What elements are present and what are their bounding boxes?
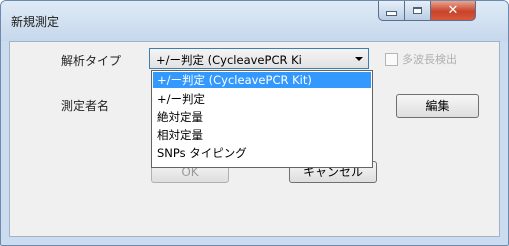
minimize-icon — [386, 11, 397, 16]
dropdown-option-relative-quant[interactable]: 相対定量 — [153, 127, 371, 143]
dropdown-option-pm[interactable]: +/ー判定 — [153, 91, 371, 107]
analysis-type-combobox[interactable]: +/ー判定 (CycleavePCR Ki — [149, 48, 369, 69]
close-icon: ✕ — [447, 3, 459, 18]
multi-wavelength-checkbox[interactable] — [385, 53, 398, 66]
edit-button[interactable]: 編集 — [396, 94, 479, 118]
analysis-type-value: +/ー判定 (CycleavePCR Ki — [156, 53, 302, 67]
maximize-icon — [413, 7, 422, 14]
chevron-down-icon[interactable] — [355, 57, 363, 61]
dropdown-option-pm-kit[interactable]: +/ー判定 (CycleavePCR Kit) — [153, 72, 371, 88]
title-bar[interactable]: 新規測定 ✕ — [1, 1, 508, 41]
operator-name-label: 測定者名 — [61, 99, 110, 113]
minimize-button[interactable] — [378, 1, 405, 21]
dropdown-option-absolute-quant[interactable]: 絶対定量 — [153, 109, 371, 125]
close-button[interactable]: ✕ — [430, 1, 476, 21]
multi-wavelength-label: 多波長検出 — [402, 53, 457, 66]
new-measurement-dialog: 新規測定 ✕ 解析タイプ +/ー判定 (CycleavePCR Ki 多波長検出… — [0, 0, 509, 246]
window-title: 新規測定 — [11, 15, 60, 29]
analysis-type-dropdown-list: +/ー判定 (CycleavePCR Kit) +/ー判定 絶対定量 相対定量 … — [151, 70, 373, 168]
dropdown-option-snp-typing[interactable]: SNPs タイピング — [153, 145, 371, 161]
maximize-button[interactable] — [404, 1, 431, 21]
analysis-type-label: 解析タイプ — [61, 54, 122, 68]
